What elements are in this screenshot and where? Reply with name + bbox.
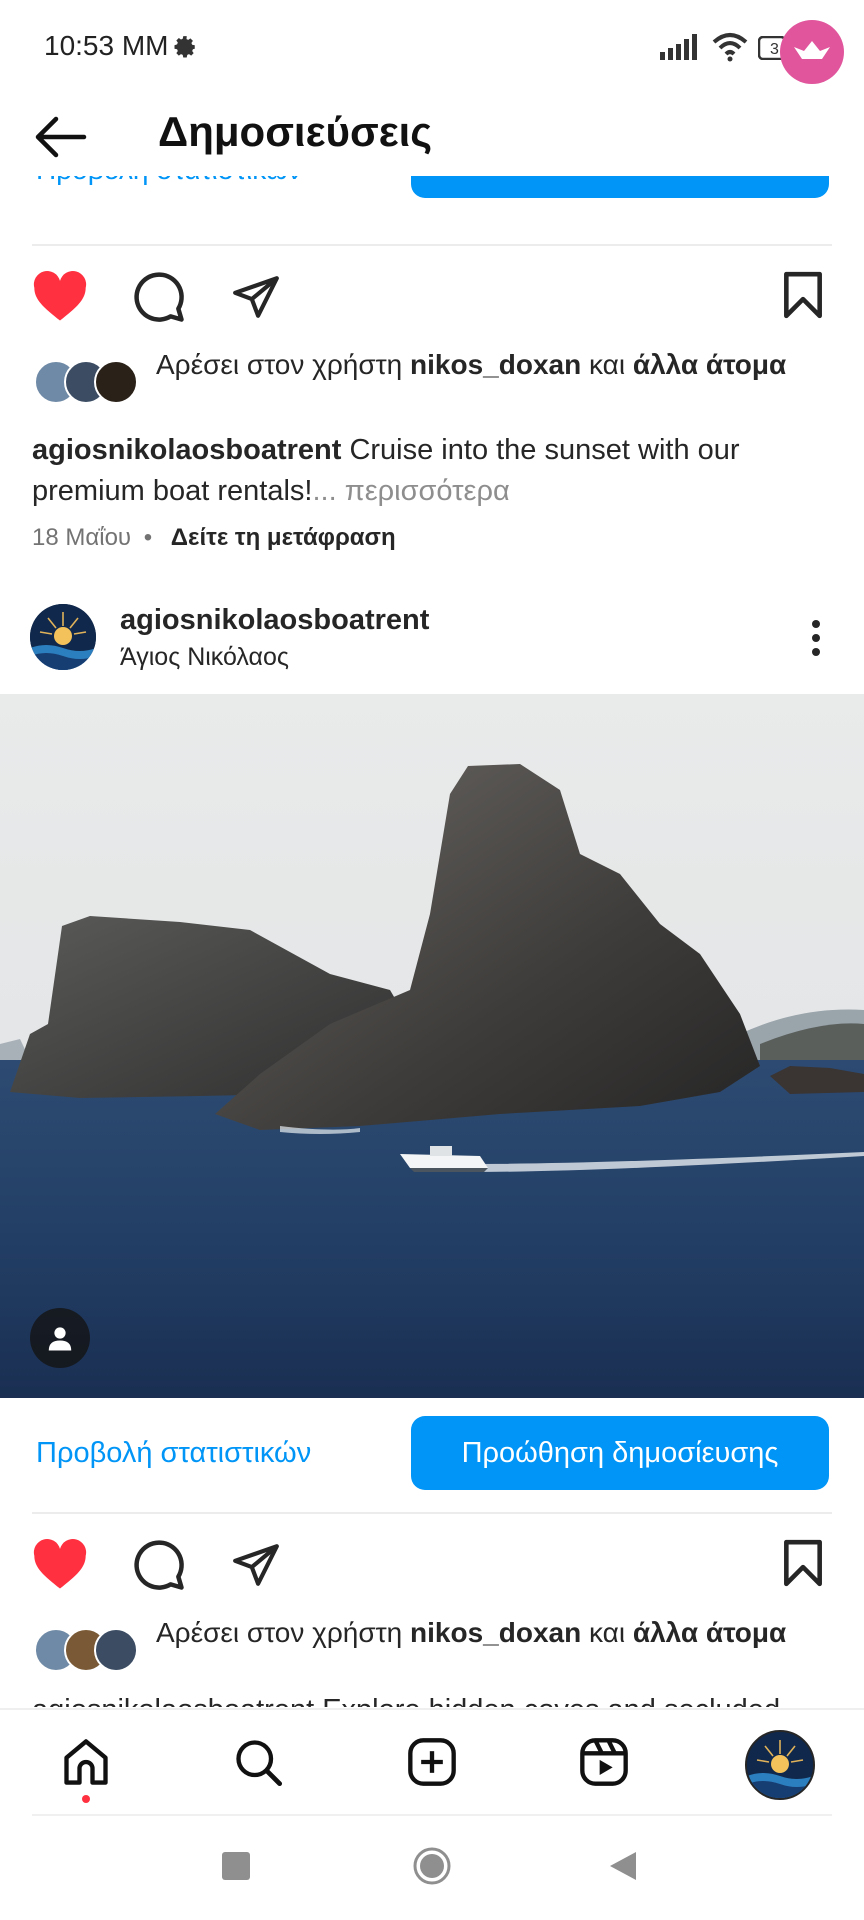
- post-caption-clipped: agiosnikolaosboatrent Explore hidden cov…: [32, 1690, 832, 1707]
- liker-avatar: [94, 360, 138, 404]
- likers-prefix: Αρέσει στον χρήστη: [156, 349, 403, 380]
- insights-link[interactable]: Προβολή στατιστικών: [36, 1437, 311, 1470]
- date-separator: •: [143, 524, 153, 551]
- author-username[interactable]: agiosnikolaosboatrent: [120, 604, 429, 637]
- caption-more-link[interactable]: ... περισσότερα: [312, 475, 509, 507]
- post-date-row: 18 Μαΐου • Δείτε τη μετάφραση: [32, 524, 396, 552]
- likers-and: και: [589, 1617, 626, 1648]
- boat-app-badge-icon[interactable]: [780, 20, 844, 84]
- likers-text: Αρέσει στον χρήστη nikos_doxan και άλλα …: [156, 346, 816, 383]
- notification-dot: [82, 1795, 90, 1803]
- heart-filled-icon[interactable]: [32, 270, 88, 322]
- translate-link[interactable]: Δείτε τη μετάφραση: [171, 524, 396, 551]
- liker-username[interactable]: nikos_doxan: [410, 1617, 581, 1648]
- divider: [32, 1814, 832, 1816]
- liker-avatar: [94, 1628, 138, 1672]
- likers-prefix: Αρέσει στον χρήστη: [156, 1617, 403, 1648]
- home-circle-icon[interactable]: [412, 1846, 452, 1886]
- back-triangle-icon[interactable]: [608, 1850, 638, 1882]
- post-caption: agiosnikolaosboatrent Cruise into the su…: [32, 430, 832, 512]
- heart-filled-icon[interactable]: [32, 1538, 88, 1590]
- battery-level: 3: [770, 41, 779, 58]
- create-icon[interactable]: [406, 1736, 458, 1788]
- likers-and: και: [589, 349, 626, 380]
- share-icon[interactable]: [230, 272, 282, 322]
- promote-button[interactable]: Προώθηση δημοσίευσης: [411, 1416, 829, 1490]
- recent-apps-icon[interactable]: [222, 1852, 250, 1880]
- comment-icon[interactable]: [132, 1538, 186, 1592]
- status-time: 10:53 MM: [44, 30, 169, 61]
- signal-icon: [660, 34, 702, 60]
- home-icon[interactable]: [60, 1736, 112, 1788]
- likers-others[interactable]: άλλα άτομα: [633, 1617, 786, 1648]
- profile-avatar[interactable]: [745, 1730, 815, 1800]
- caption-text: agiosnikolaosboatrent Explore hidden cov…: [32, 1690, 780, 1707]
- share-icon[interactable]: [230, 1540, 282, 1590]
- divider: [32, 244, 832, 246]
- previous-post-actions-clipped: Προβολή στατιστικών: [0, 176, 864, 224]
- author-avatar[interactable]: [30, 604, 96, 670]
- likers-others[interactable]: άλλα άτομα: [633, 349, 786, 380]
- more-options-icon[interactable]: [800, 614, 832, 662]
- post-image[interactable]: [0, 694, 864, 1398]
- liker-username[interactable]: nikos_doxan: [410, 349, 581, 380]
- promote-button-clipped[interactable]: [411, 176, 829, 198]
- wifi-icon: [712, 32, 748, 62]
- bookmark-icon[interactable]: [780, 1538, 826, 1588]
- back-arrow-icon[interactable]: [32, 112, 92, 162]
- likers-text: Αρέσει στον χρήστη nikos_doxan και άλλα …: [156, 1614, 816, 1651]
- insights-link-clipped[interactable]: Προβολή στατιστικών: [36, 176, 302, 186]
- tagged-people-icon[interactable]: [30, 1308, 90, 1368]
- page-title: Δημοσιεύσεις: [158, 108, 433, 155]
- post-location[interactable]: Άγιος Νικόλαος: [120, 643, 289, 672]
- search-icon[interactable]: [232, 1736, 284, 1788]
- comment-icon[interactable]: [132, 270, 186, 324]
- post-date: 18 Μαΐου: [32, 524, 132, 551]
- settings-gear-icon: [172, 34, 198, 60]
- likers-avatars: [34, 1628, 144, 1672]
- divider: [32, 1512, 832, 1514]
- reels-icon[interactable]: [578, 1736, 630, 1788]
- caption-author[interactable]: agiosnikolaosboatrent: [32, 434, 341, 466]
- likers-avatars: [34, 360, 144, 404]
- bookmark-icon[interactable]: [780, 270, 826, 320]
